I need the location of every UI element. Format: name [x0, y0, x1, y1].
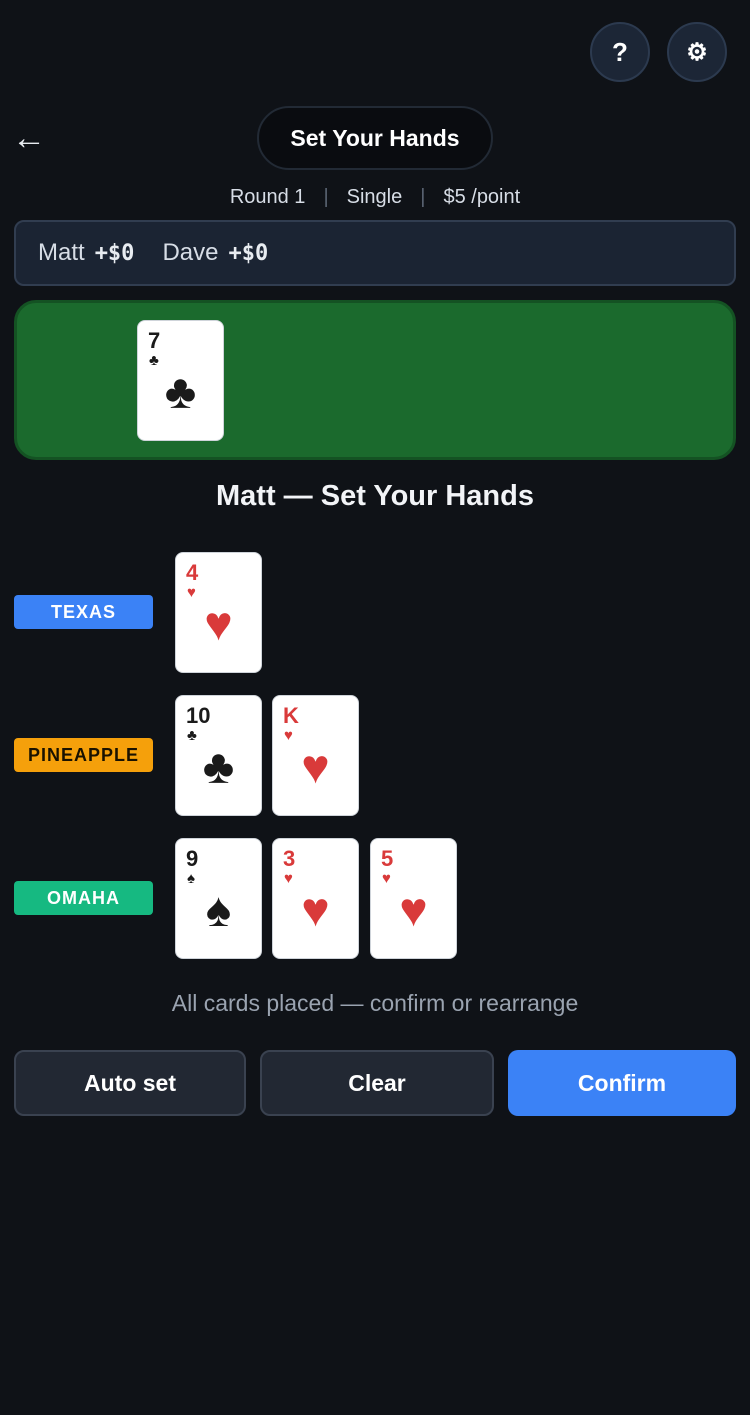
- round-info: Round 1 | Single | $5 /point: [0, 186, 750, 209]
- spade-icon: ♠: [205, 884, 232, 937]
- confirm-button[interactable]: Confirm: [508, 1050, 736, 1116]
- card-rank: 5: [381, 846, 394, 871]
- player-name: Dave: [162, 239, 219, 266]
- separator: |: [420, 186, 426, 208]
- help-button[interactable]: ?: [590, 22, 650, 82]
- hand-card[interactable]: 10 ♣ ♣: [175, 695, 262, 816]
- page-title-text: Set Your Hands: [290, 124, 460, 151]
- heart-icon: ♥: [399, 884, 428, 937]
- round-label: Round 1: [229, 186, 306, 208]
- player-heading: Matt — Set Your Hands: [216, 480, 534, 512]
- back-arrow-icon[interactable]: ←: [12, 118, 46, 158]
- hand-label-texas: TEXAS: [14, 595, 153, 629]
- help-icon: ?: [612, 36, 628, 67]
- score-bar: Matt +$0 Dave +$0: [14, 220, 736, 286]
- hand-label-pineapple: PINEAPPLE: [14, 738, 153, 772]
- settings-button[interactable]: ⚙: [667, 22, 727, 82]
- mode-label: Single: [346, 186, 403, 208]
- hand-card[interactable]: K ♥ ♥: [272, 695, 359, 816]
- heart-icon: ♥: [301, 884, 330, 937]
- card-rank: 7: [148, 328, 161, 353]
- status-message: All cards placed — confirm or rearrange: [171, 990, 579, 1016]
- hand-card[interactable]: 5 ♥ ♥: [370, 838, 457, 959]
- gear-icon: ⚙: [686, 38, 708, 66]
- separator: |: [323, 186, 329, 208]
- hand-label-omaha: OMAHA: [14, 881, 153, 915]
- club-icon: ♣: [164, 366, 197, 419]
- card-rank: 9: [186, 846, 199, 871]
- card-rank: 4: [186, 560, 199, 585]
- club-icon: ♣: [202, 741, 235, 794]
- score-item: Matt +$0: [38, 239, 134, 267]
- clear-button[interactable]: Clear: [260, 1050, 494, 1116]
- hand-card[interactable]: 3 ♥ ♥: [272, 838, 359, 959]
- auto-set-button[interactable]: Auto set: [14, 1050, 246, 1116]
- table-card[interactable]: 7 ♣ ♣: [137, 320, 224, 441]
- hand-card[interactable]: 9 ♠ ♠: [175, 838, 262, 959]
- card-rank: K: [283, 703, 299, 728]
- card-rank: 10: [186, 703, 211, 728]
- heart-icon: ♥: [301, 741, 330, 794]
- player-score: +$0: [94, 240, 135, 266]
- heart-icon: ♥: [204, 598, 233, 651]
- stake-label: $5 /point: [443, 186, 521, 208]
- score-item: Dave +$0: [162, 239, 268, 267]
- player-score: +$0: [228, 240, 269, 266]
- card-table: 7 ♣ ♣: [14, 300, 736, 460]
- player-name: Matt: [38, 239, 85, 266]
- page-title: Set Your Hands: [257, 106, 493, 170]
- hand-card[interactable]: 4 ♥ ♥: [175, 552, 262, 673]
- card-rank: 3: [283, 846, 296, 871]
